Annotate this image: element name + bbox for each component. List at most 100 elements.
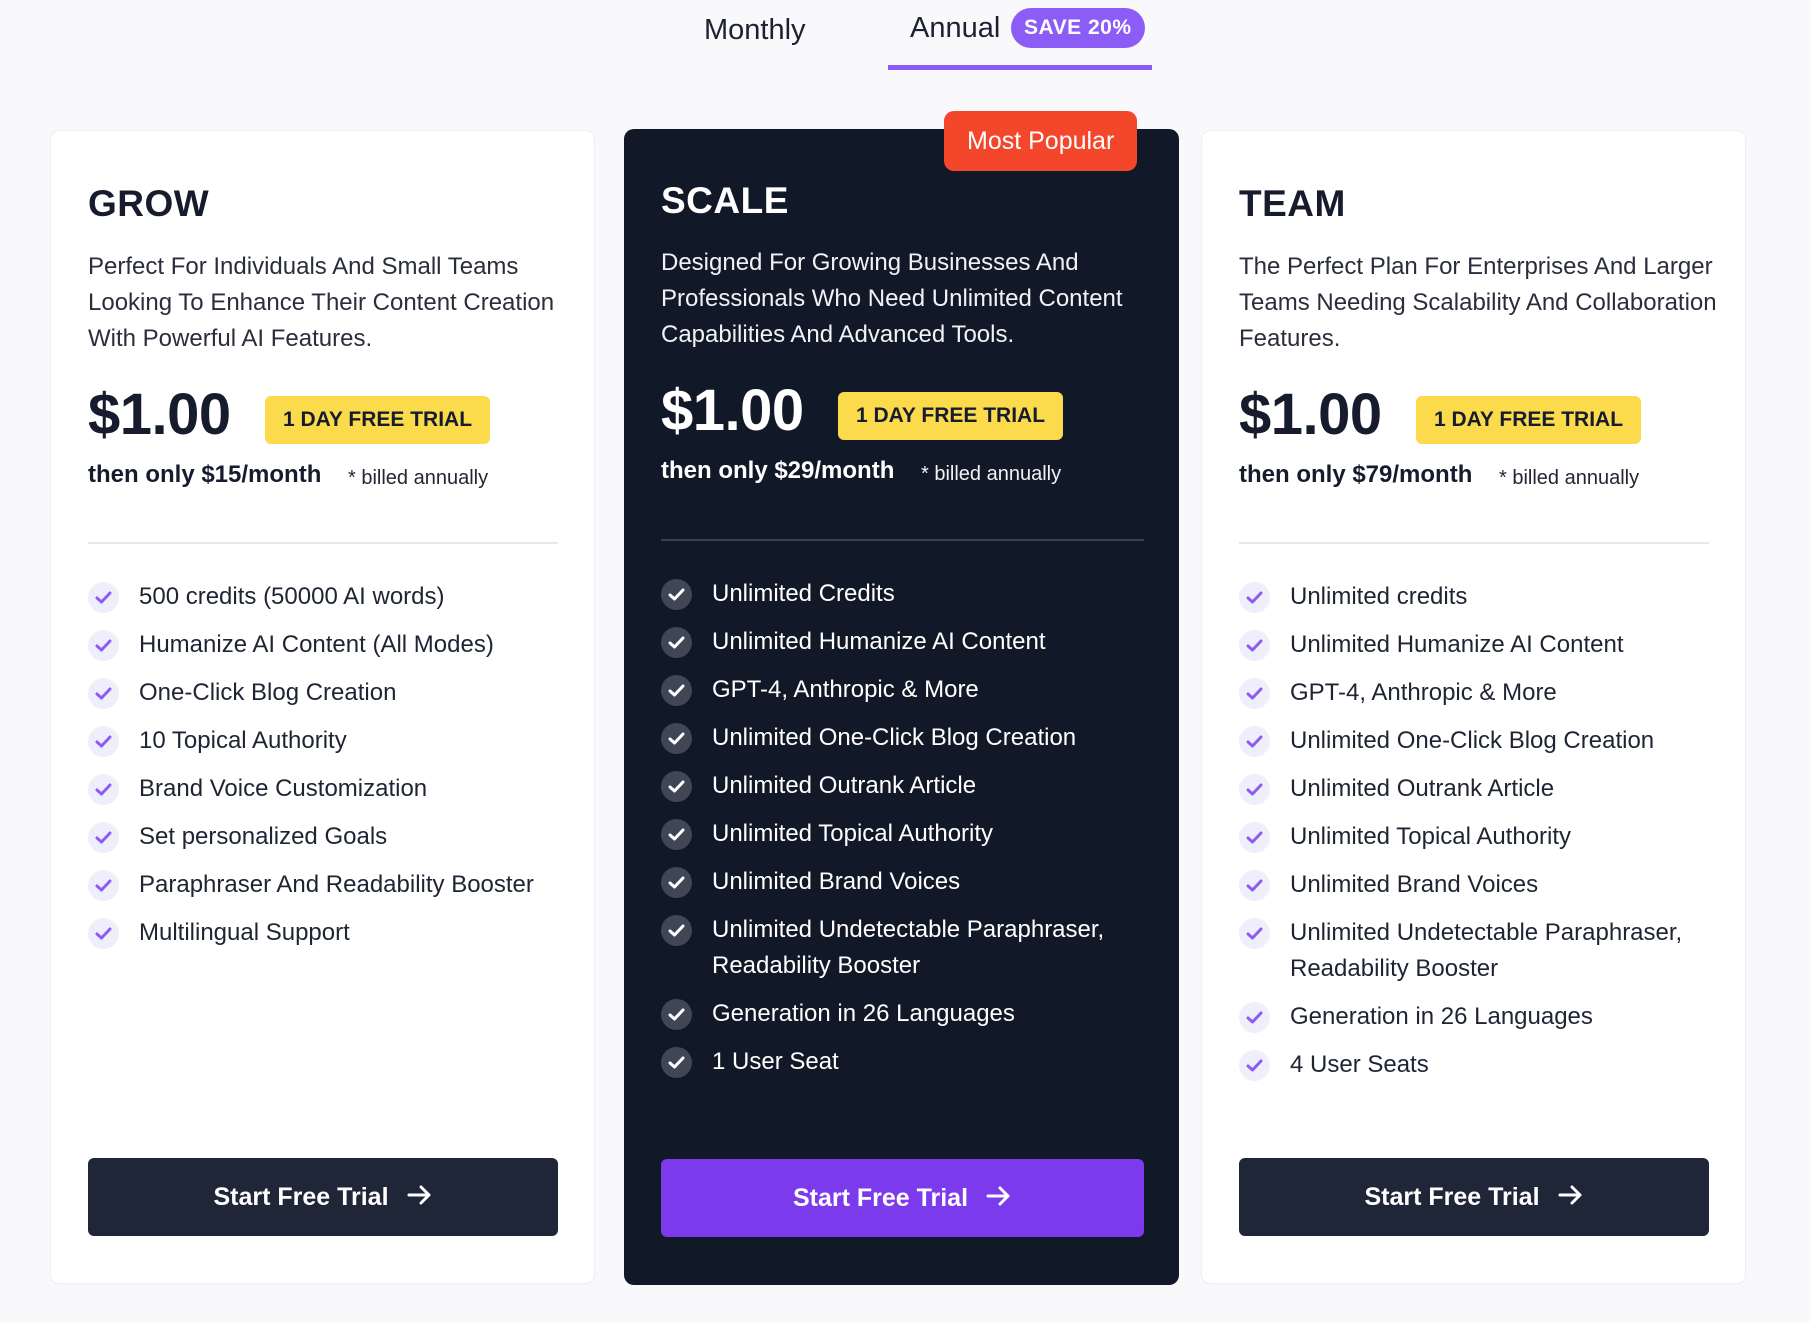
- plan-price: $1.00: [661, 378, 804, 443]
- feature-text: Unlimited Topical Authority: [1290, 823, 1572, 850]
- tab-annual-label: Annual: [910, 12, 1001, 44]
- plan-price: $1.00: [1239, 382, 1382, 447]
- feature-text: Multilingual Support: [139, 919, 350, 946]
- feature-text: One-Click Blog Creation: [139, 679, 397, 706]
- feature-text: GPT-4, Anthropic & More: [712, 676, 979, 703]
- plan-card-grow: GROW Perfect For Individuals And Small T…: [51, 131, 594, 1283]
- feature-text: Unlimited credits: [1290, 583, 1468, 610]
- free-trial-badge: 1 DAY FREE TRIAL: [265, 396, 491, 444]
- divider: [88, 542, 558, 544]
- check-icon: [1239, 582, 1270, 613]
- billed-note: * billed annually: [1499, 467, 1640, 489]
- tab-monthly[interactable]: Monthly: [704, 14, 806, 47]
- feature-list: 500 credits (50000 AI words) Humanize AI …: [88, 579, 568, 963]
- feature-text: Unlimited Undetectable Paraphraser, Read…: [712, 916, 1105, 979]
- feature-text: Unlimited Undetectable Paraphraser, Read…: [1290, 919, 1683, 982]
- check-icon: [661, 723, 692, 754]
- feature-item: Unlimited Topical Authority: [661, 816, 1141, 852]
- feature-item: Generation in 26 Languages: [661, 996, 1141, 1032]
- feature-item: Unlimited Outrank Article: [1239, 771, 1719, 807]
- feature-list: Unlimited credits Unlimited Humanize AI C…: [1239, 579, 1719, 1095]
- feature-text: GPT-4, Anthropic & More: [1290, 679, 1557, 706]
- check-icon: [1239, 678, 1270, 709]
- feature-item: Brand Voice Customization: [88, 771, 568, 807]
- feature-text: Brand Voice Customization: [139, 775, 428, 802]
- feature-text: Unlimited Outrank Article: [1290, 775, 1555, 802]
- feature-item: Unlimited Brand Voices: [1239, 867, 1719, 903]
- check-icon: [1239, 1050, 1270, 1081]
- feature-item: Unlimited Credits: [661, 576, 1141, 612]
- then-price: then only $29/month: [661, 457, 895, 484]
- start-free-trial-button[interactable]: Start Free Trial: [1239, 1158, 1709, 1236]
- feature-item: Unlimited Outrank Article: [661, 768, 1141, 804]
- check-icon: [661, 999, 692, 1030]
- feature-item: Multilingual Support: [88, 915, 568, 951]
- save-badge: SAVE 20%: [1011, 8, 1145, 48]
- check-icon: [88, 870, 119, 901]
- free-trial-badge: 1 DAY FREE TRIAL: [1416, 396, 1642, 444]
- check-icon: [1239, 870, 1270, 901]
- free-trial-badge: 1 DAY FREE TRIAL: [838, 392, 1064, 440]
- feature-item: Unlimited Topical Authority: [1239, 819, 1719, 855]
- check-icon: [661, 627, 692, 658]
- feature-item: Humanize AI Content (All Modes): [88, 627, 568, 663]
- start-free-trial-button[interactable]: Start Free Trial: [661, 1159, 1144, 1237]
- check-icon: [661, 915, 692, 946]
- feature-item: GPT-4, Anthropic & More: [1239, 675, 1719, 711]
- feature-item: Unlimited credits: [1239, 579, 1719, 615]
- plan-description: Designed For Growing Businesses And Prof…: [661, 249, 1123, 348]
- then-price: then only $79/month: [1239, 461, 1473, 488]
- feature-text: Generation in 26 Languages: [712, 1000, 1015, 1027]
- plan-description: The Perfect Plan For Enterprises And Lar…: [1239, 253, 1717, 352]
- plan-name: SCALE: [661, 180, 789, 221]
- check-icon: [88, 582, 119, 613]
- feature-text: Unlimited Credits: [712, 580, 895, 607]
- divider: [1239, 542, 1709, 544]
- feature-item: One-Click Blog Creation: [88, 675, 568, 711]
- tab-annual[interactable]: Annual SAVE 20%: [888, 0, 1152, 70]
- feature-item: Paraphraser And Readability Booster: [88, 867, 568, 903]
- plan-name: TEAM: [1239, 183, 1346, 224]
- check-icon: [88, 774, 119, 805]
- feature-item: Generation in 26 Languages: [1239, 999, 1719, 1035]
- cta-label: Start Free Trial: [792, 1183, 969, 1212]
- feature-text: Humanize AI Content (All Modes): [139, 631, 494, 658]
- feature-item: Unlimited One-Click Blog Creation: [661, 720, 1141, 756]
- divider: [661, 539, 1144, 541]
- feature-item: Unlimited Humanize AI Content: [1239, 627, 1719, 663]
- feature-item: Unlimited Brand Voices: [661, 864, 1141, 900]
- feature-item: 10 Topical Authority: [88, 723, 568, 759]
- feature-item: 500 credits (50000 AI words): [88, 579, 568, 615]
- arrow-right-icon: [986, 1184, 1012, 1213]
- billing-toggle: Monthly Annual SAVE 20%: [0, 0, 1810, 70]
- check-icon: [1239, 726, 1270, 757]
- check-icon: [661, 867, 692, 898]
- check-icon: [1239, 630, 1270, 661]
- plan-price: $1.00: [88, 382, 231, 447]
- check-icon: [661, 579, 692, 610]
- feature-text: Unlimited Topical Authority: [712, 820, 994, 847]
- start-free-trial-button[interactable]: Start Free Trial: [88, 1158, 558, 1236]
- cta-label: Start Free Trial: [1364, 1182, 1540, 1211]
- check-icon: [88, 678, 119, 709]
- feature-text: Unlimited Humanize AI Content: [1290, 631, 1624, 658]
- feature-text: Unlimited Humanize AI Content: [712, 628, 1046, 655]
- feature-text: 4 User Seats: [1290, 1051, 1429, 1078]
- plan-card-team: TEAM The Perfect Plan For Enterprises An…: [1202, 131, 1745, 1283]
- billed-note: * billed annually: [348, 467, 489, 489]
- check-icon: [661, 771, 692, 802]
- feature-text: Unlimited One-Click Blog Creation: [712, 724, 1077, 751]
- feature-text: Unlimited Brand Voices: [1290, 871, 1539, 898]
- feature-item: 1 User Seat: [661, 1044, 1141, 1080]
- feature-item: Unlimited One-Click Blog Creation: [1239, 723, 1719, 759]
- billed-note: * billed annually: [921, 463, 1062, 485]
- arrow-right-icon: [407, 1183, 433, 1212]
- feature-item: Unlimited Humanize AI Content: [661, 624, 1141, 660]
- feature-item: 4 User Seats: [1239, 1047, 1719, 1083]
- check-icon: [88, 822, 119, 853]
- feature-item: Unlimited Undetectable Paraphraser, Read…: [1239, 915, 1719, 987]
- feature-text: Unlimited One-Click Blog Creation: [1290, 727, 1655, 754]
- plan-card-scale: Most Popular SCALE Designed For Growing …: [624, 111, 1179, 1285]
- check-icon: [661, 1047, 692, 1078]
- check-icon: [1239, 1002, 1270, 1033]
